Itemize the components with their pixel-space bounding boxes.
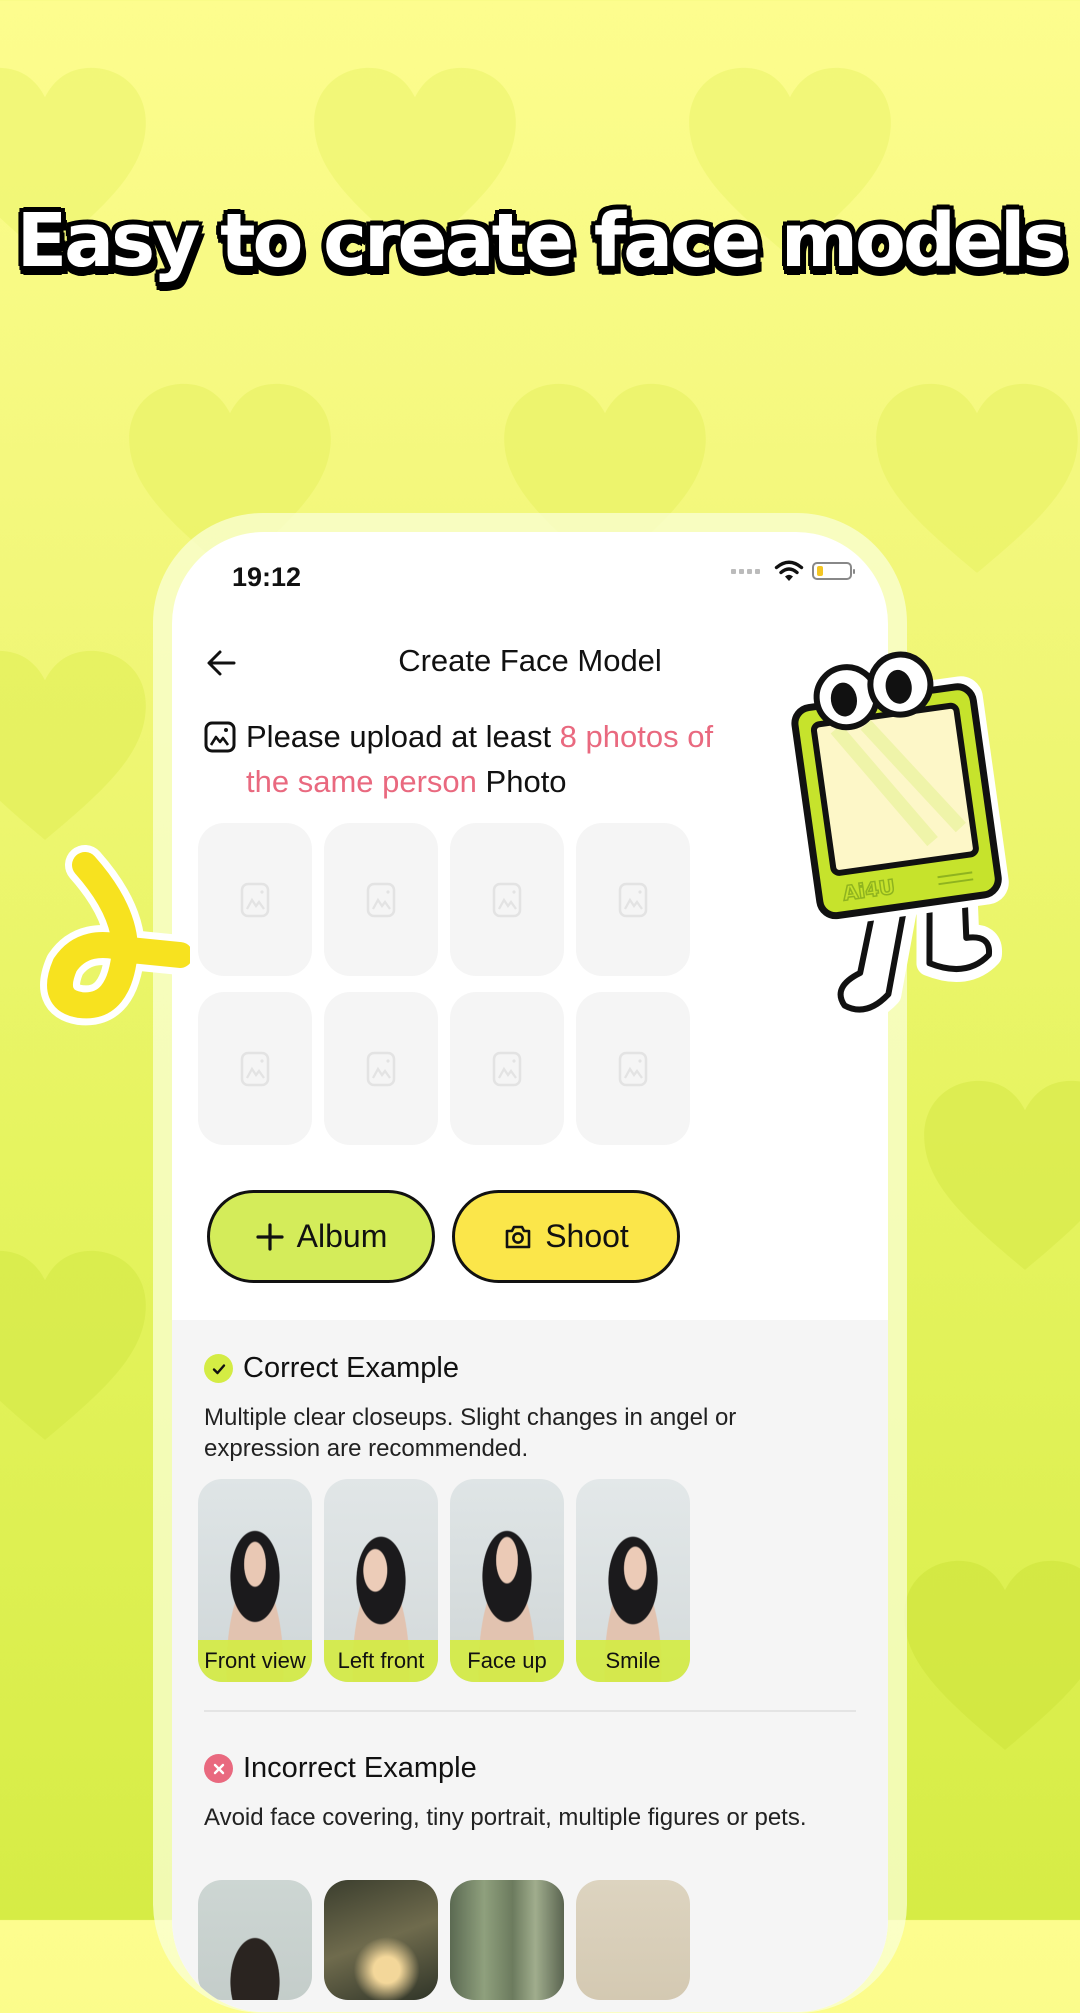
album-label: Album [296,1218,388,1254]
correct-example-card: Front view [198,1479,312,1682]
section-divider [204,1710,856,1712]
example-label: Left front [324,1640,438,1682]
correct-example-card: Left front [324,1479,438,1682]
image-placeholder-icon [618,882,648,917]
incorrect-example-image [198,1880,312,2000]
shoot-label: Shoot [545,1218,629,1254]
shoot-button[interactable]: Shoot [452,1190,680,1283]
album-button[interactable]: Album [207,1190,435,1283]
upload-slot[interactable] [198,823,312,976]
status-icons [731,560,855,582]
heart-decoration [900,1560,1080,1755]
upload-slot[interactable] [198,992,312,1145]
example-label: Front view [198,1640,312,1682]
notice-suffix: Photo [476,764,567,799]
example-label: Smile [576,1640,690,1682]
upload-slot[interactable] [576,992,690,1145]
upload-slot-grid [198,823,690,1145]
notice-highlight-person: the same person [246,764,477,799]
headline: Easy to create face models [16,198,1067,284]
incorrect-example-image [324,1880,438,2000]
notice-highlight-count: 8 photos of [559,719,714,754]
image-placeholder-icon [366,882,396,917]
camera-icon [505,1225,531,1248]
wifi-icon [774,560,804,581]
notice-prefix: Please upload at least [246,719,560,754]
incorrect-example-description: Avoid face covering, tiny portrait, mult… [204,1804,807,1831]
heart-decoration [872,383,1080,578]
correct-example-card: Face up [450,1479,564,1682]
battery-icon [812,562,855,580]
upload-slot[interactable] [324,823,438,976]
correct-example-description: Multiple clear closeups. Slight changes … [204,1404,737,1462]
battery-level [817,566,824,576]
signal-icon [731,568,760,574]
correct-example-card: Smile [576,1479,690,1682]
image-placeholder-icon [366,1051,396,1086]
correct-example-grid: Front view Left front Face up Smile [198,1479,690,1682]
x-circle-icon [204,1754,233,1783]
image-placeholder-icon [240,1051,270,1086]
upload-notice: Please upload at least 8 photos of the sa… [204,714,804,804]
upload-slot[interactable] [450,823,564,976]
incorrect-example-grid [198,1880,690,2000]
image-icon [204,721,236,753]
mascot-illustration: Ai4U [784,651,1009,1015]
swirl-decoration [40,845,190,1026]
status-time: 19:12 [232,562,302,592]
heart-decoration [0,650,150,845]
heart-decoration [0,1250,150,1445]
incorrect-example-heading: Incorrect Example [204,1752,477,1785]
incorrect-example-title: Incorrect Example [243,1752,477,1784]
image-placeholder-icon [492,882,522,917]
incorrect-example-image [450,1880,564,2000]
heart-decoration [920,1080,1080,1275]
image-placeholder-icon [618,1051,648,1086]
check-circle-icon [204,1354,233,1383]
plus-icon [256,1222,284,1251]
upload-slot[interactable] [576,823,690,976]
correct-example-title: Correct Example [243,1352,459,1384]
image-placeholder-icon [240,882,270,917]
example-label: Face up [450,1640,564,1682]
upload-slot[interactable] [324,992,438,1145]
image-placeholder-icon [492,1051,522,1086]
correct-example-heading: Correct Example [204,1352,459,1385]
incorrect-example-image [576,1880,690,2000]
upload-slot[interactable] [450,992,564,1145]
